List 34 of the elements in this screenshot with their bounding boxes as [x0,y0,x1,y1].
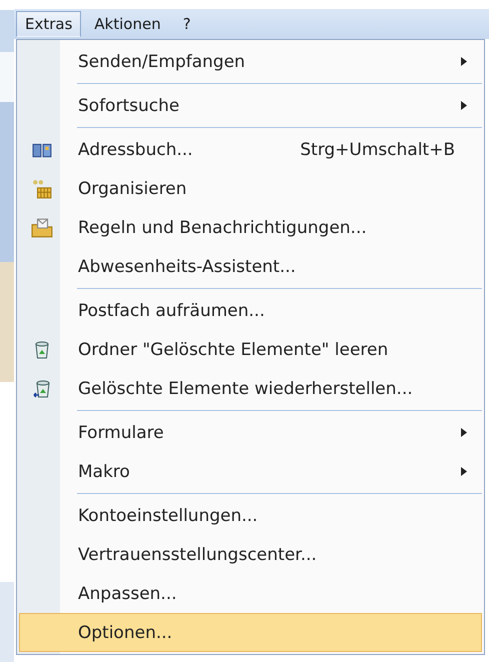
menu-item-label: Makro [78,462,130,482]
menu-item-label: Gelöschte Elemente wiederherstellen... [78,378,413,398]
menu-item-label: Vertrauensstellungscenter... [78,544,317,564]
menu-item[interactable]: Gelöschte Elemente wiederherstellen... [19,369,482,408]
shortcut-label: Strg+Umschalt+B [300,140,455,160]
menu-item[interactable]: Postfach aufräumen... [19,291,482,330]
menu-item[interactable]: Makro [19,452,482,491]
menu-item-label: Abwesenheits-Assistent... [78,256,296,276]
menu-item-label: Adressbuch... [78,140,193,160]
menu-bar-item[interactable]: ? [174,11,200,37]
menu-item-label: Postfach aufräumen... [78,300,265,320]
menu-item-label: Formulare [78,422,164,442]
menu-bar-item[interactable]: Aktionen [85,11,170,37]
menu-item[interactable]: Vertrauensstellungscenter... [19,535,482,574]
menu-item-label: Organisieren [78,178,187,198]
menu-item[interactable]: Adressbuch... Strg+Umschalt+B [19,130,482,169]
menu-item-label: Senden/Empfangen [78,52,246,72]
menu-item[interactable]: Ordner "Gelöschte Elemente" leeren [19,330,482,369]
menu-bar-item[interactable]: Extras [16,11,82,37]
menu-item[interactable]: Organisieren [19,169,482,208]
menu-item[interactable]: Regeln und Benachrichtigungen... [19,208,482,247]
menu-item[interactable]: Anpassen... [19,574,482,613]
menu-item[interactable]: Senden/Empfangen [19,42,482,81]
menu-item-label: Anpassen... [78,584,177,604]
menu-item[interactable]: Formulare [19,413,482,452]
menu-item[interactable]: Kontoeinstellungen... [19,496,482,535]
menu-item-label: Optionen... [78,622,172,642]
menu-item-label: Ordner "Gelöschte Elemente" leeren [78,340,388,360]
menu-item[interactable]: Sofortsuche [19,86,482,125]
menu-item[interactable]: Optionen... [19,613,482,652]
menu-item-label: Regeln und Benachrichtigungen... [78,218,367,238]
menu-item-label: Sofortsuche [78,96,180,116]
menu-item[interactable]: Abwesenheits-Assistent... [19,247,482,286]
menu-item-label: Kontoeinstellungen... [78,506,258,526]
